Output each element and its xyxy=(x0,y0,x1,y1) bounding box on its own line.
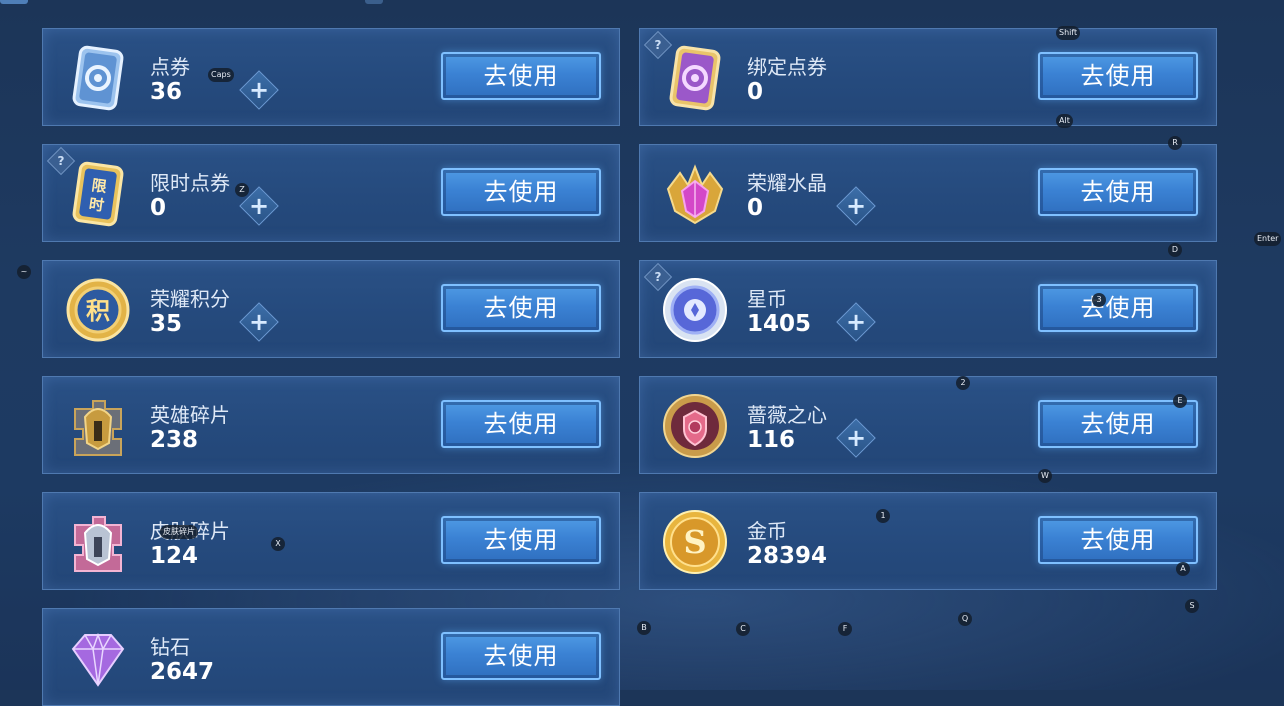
key-hint: Z xyxy=(235,183,249,197)
key-hint: ~ xyxy=(17,265,31,279)
currency-name: 荣耀积分 xyxy=(150,287,230,311)
currency-name: 荣耀水晶 xyxy=(747,171,827,195)
currency-value: 1405 xyxy=(747,311,812,337)
currency-card-diamond: 钻石 2647 去使用 xyxy=(42,608,620,706)
currency-card-bound-coupon: ? 绑定点券 0 去使用 xyxy=(639,28,1217,126)
currency-card-hero-fragment: 英雄碎片 238 去使用 xyxy=(42,376,620,474)
use-button[interactable]: 去使用 xyxy=(441,168,601,216)
currency-value: 2647 xyxy=(150,659,215,685)
icon-text-gold: S xyxy=(683,523,706,561)
key-hint: A xyxy=(1176,562,1190,576)
key-hint: Alt xyxy=(1056,114,1073,128)
use-button[interactable]: 去使用 xyxy=(1038,400,1198,448)
add-honor-crystal-button[interactable]: + xyxy=(836,186,876,226)
hero-fragment-icon xyxy=(63,391,133,461)
icon-text-limited-bottom: 时 xyxy=(88,195,105,215)
currency-card-star-coin: ? 星币 1405 + 去使用 xyxy=(639,260,1217,358)
bound-coupon-card-icon xyxy=(660,43,730,113)
plus-icon: + xyxy=(845,308,867,336)
plus-icon: + xyxy=(845,192,867,220)
key-hint: C xyxy=(736,622,750,636)
key-hint: Q xyxy=(958,612,972,626)
add-honor-points-button[interactable]: + xyxy=(239,302,279,342)
key-hint: 3 xyxy=(1092,293,1106,307)
currency-name: 钻石 xyxy=(150,635,190,659)
currency-card-honor-points: 积 荣耀积分 35 + 去使用 xyxy=(42,260,620,358)
use-button[interactable]: 去使用 xyxy=(1038,52,1198,100)
currency-value: 28394 xyxy=(747,543,828,569)
currency-name: 英雄碎片 xyxy=(150,403,230,427)
use-button[interactable]: 去使用 xyxy=(1038,168,1198,216)
key-hint: D xyxy=(1168,243,1182,257)
honor-crystal-icon xyxy=(660,159,730,229)
currency-value: 116 xyxy=(747,427,796,453)
currency-card-rose-heart: 蔷薇之心 116 + 去使用 xyxy=(639,376,1217,474)
plus-icon: + xyxy=(845,424,867,452)
currency-card-coupon: 点券 36 + 去使用 xyxy=(42,28,620,126)
currency-value: 35 xyxy=(150,311,183,337)
key-hint: E xyxy=(1173,394,1187,408)
key-hint: S xyxy=(1185,599,1199,613)
key-hint: R xyxy=(1168,136,1182,150)
add-coupon-button[interactable]: + xyxy=(239,70,279,110)
honor-points-icon: 积 xyxy=(63,275,133,345)
use-button[interactable]: 去使用 xyxy=(1038,284,1198,332)
use-button[interactable]: 去使用 xyxy=(1038,516,1198,564)
currency-value: 124 xyxy=(150,543,199,569)
add-star-coin-button[interactable]: + xyxy=(836,302,876,342)
use-button[interactable]: 去使用 xyxy=(441,516,601,564)
plus-icon: + xyxy=(248,76,270,104)
currency-name: 点券 xyxy=(150,55,190,79)
icon-text-limited-top: 限 xyxy=(90,176,107,196)
key-hint: W xyxy=(1038,469,1052,483)
gold-coin-icon: S xyxy=(660,507,730,577)
key-hint: Enter xyxy=(1254,232,1282,246)
key-hint: 2 xyxy=(956,376,970,390)
currency-name: 限时点券 xyxy=(150,171,230,195)
currency-name: 星币 xyxy=(747,287,787,311)
currency-card-skin-fragment: 皮肤碎片 124 去使用 xyxy=(42,492,620,590)
currency-value: 0 xyxy=(747,195,764,221)
use-button[interactable]: 去使用 xyxy=(441,632,601,680)
key-hint: B xyxy=(637,621,651,635)
currency-name: 绑定点券 xyxy=(747,55,827,79)
icon-text-points: 积 xyxy=(86,297,110,325)
key-hint: X xyxy=(271,537,285,551)
coupon-card-icon xyxy=(63,43,133,113)
currency-card-gold-coin: S 金币 28394 去使用 xyxy=(639,492,1217,590)
currency-card-honor-crystal: 荣耀水晶 0 + 去使用 xyxy=(639,144,1217,242)
use-button[interactable]: 去使用 xyxy=(441,400,601,448)
use-button[interactable]: 去使用 xyxy=(441,52,601,100)
add-rose-heart-button[interactable]: + xyxy=(836,418,876,458)
key-hint: 1 xyxy=(876,509,890,523)
diamond-icon xyxy=(63,623,133,693)
currency-value: 0 xyxy=(747,79,764,105)
plus-icon: + xyxy=(248,308,270,336)
skin-fragment-icon xyxy=(63,507,133,577)
key-hint: F xyxy=(838,622,852,636)
currency-name: 蔷薇之心 xyxy=(747,403,827,427)
top-tab-strip xyxy=(0,0,1284,6)
currency-value: 0 xyxy=(150,195,167,221)
tab-indicator xyxy=(365,0,383,4)
currency-card-limited-coupon: ? 限 时 限时点券 0 + 去使用 xyxy=(42,144,620,242)
key-hint: Shift xyxy=(1056,26,1081,40)
rose-heart-icon xyxy=(660,391,730,461)
plus-icon: + xyxy=(248,192,270,220)
currency-name: 金币 xyxy=(747,519,787,543)
key-hint: 皮肤碎片 xyxy=(160,525,198,539)
key-hint: Caps xyxy=(208,68,234,82)
use-button[interactable]: 去使用 xyxy=(441,284,601,332)
currency-value: 238 xyxy=(150,427,199,453)
star-coin-icon xyxy=(660,275,730,345)
limited-coupon-card-icon: 限 时 xyxy=(63,159,133,229)
tab-indicator xyxy=(0,0,28,4)
currency-value: 36 xyxy=(150,79,183,105)
